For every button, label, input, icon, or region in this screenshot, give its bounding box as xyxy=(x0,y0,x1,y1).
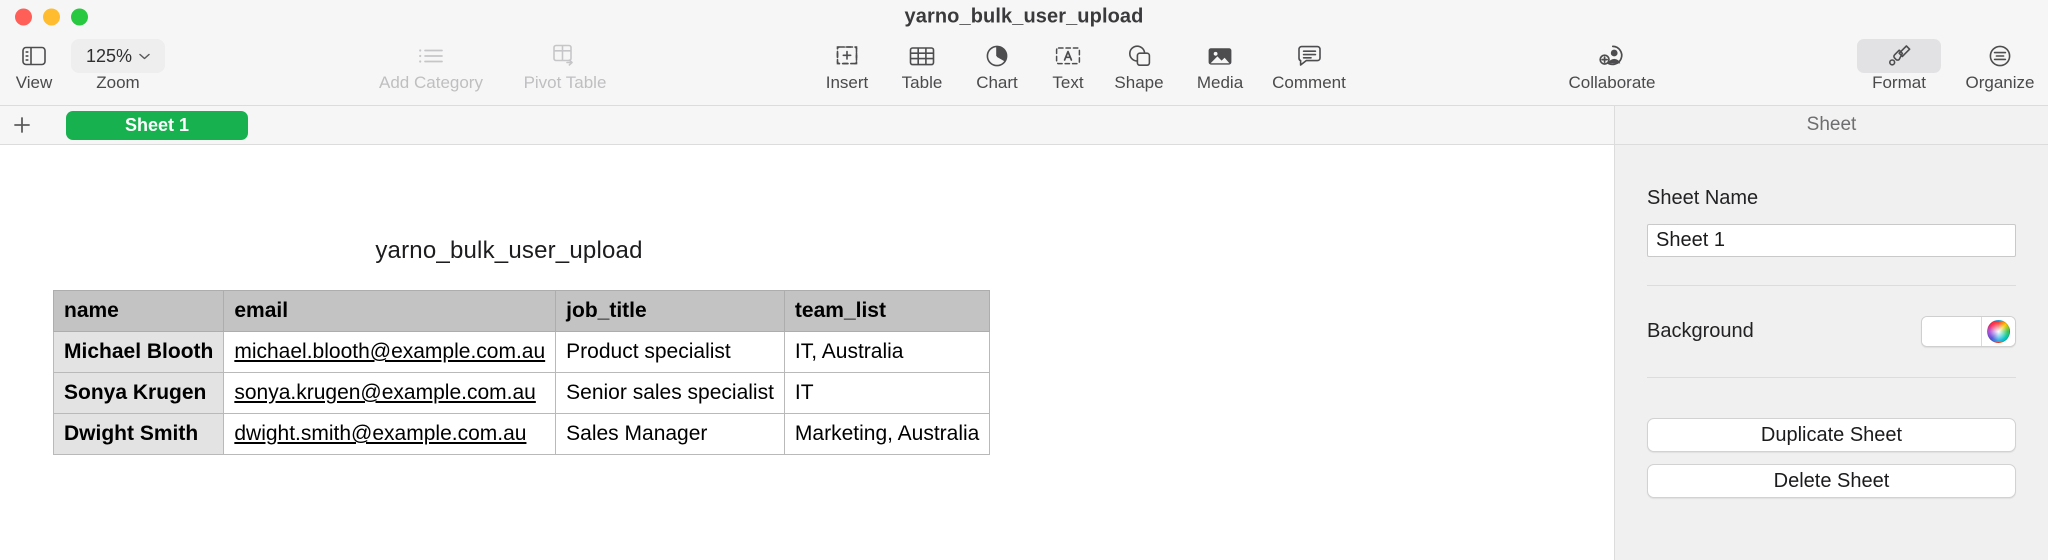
main-toolbar: View 125% Zoom Add Category Pivot Table … xyxy=(0,33,2048,106)
toolbar-text-label: Text xyxy=(1052,73,1084,92)
sheet-tab-sheet-1[interactable]: Sheet 1 xyxy=(66,110,248,140)
button-spacer xyxy=(1647,452,2016,464)
organize-icon xyxy=(1946,39,2048,73)
cell-team-list[interactable]: IT, Australia xyxy=(783,331,991,373)
table-body: Michael Blooth michael.blooth@example.co… xyxy=(52,331,991,455)
cell-job-title[interactable]: Senior sales specialist xyxy=(555,372,785,414)
zoom-dropdown[interactable]: 125% xyxy=(71,39,165,73)
cell-job-title[interactable]: Product specialist xyxy=(555,331,785,373)
window-title: yarno_bulk_user_upload xyxy=(904,5,1144,27)
cell-email[interactable]: sonya.krugen@example.com.au xyxy=(223,372,557,414)
panel-divider-1 xyxy=(1647,285,2016,286)
format-panel-header: Sheet xyxy=(1614,106,2048,144)
cell-team-list[interactable]: Marketing, Australia xyxy=(783,413,991,455)
toolbar-format-label: Format xyxy=(1872,73,1926,92)
format-panel-title: Sheet xyxy=(1806,114,1857,135)
color-wheel-button[interactable] xyxy=(1981,317,2015,346)
toolbar-view-button[interactable]: View xyxy=(8,39,60,93)
toolbar-table-label: Table xyxy=(901,73,943,92)
toolbar-pivot-table-button[interactable]: Pivot Table xyxy=(511,39,619,93)
toolbar-media-label: Media xyxy=(1196,73,1244,92)
toolbar-organize-label: Organize xyxy=(1965,73,2035,92)
color-wheel-icon xyxy=(1987,320,2010,343)
toolbar-add-category-label: Add Category xyxy=(379,73,483,92)
format-brush-icon xyxy=(1857,39,1941,73)
cell-email[interactable]: michael.blooth@example.com.au xyxy=(223,331,557,373)
cell-team-list[interactable]: IT xyxy=(783,372,991,414)
background-color-well[interactable] xyxy=(1921,316,2016,347)
sheet-canvas[interactable]: yarno_bulk_user_upload name email job_ti… xyxy=(0,145,1614,560)
workspace: yarno_bulk_user_upload name email job_ti… xyxy=(0,145,2048,560)
sheet-name-input[interactable] xyxy=(1647,224,2016,257)
table-row[interactable]: Michael Blooth michael.blooth@example.co… xyxy=(52,331,991,373)
toolbar-shape-label: Shape xyxy=(1114,73,1164,92)
cell-name[interactable]: Michael Blooth xyxy=(52,331,225,373)
collaborate-person-icon xyxy=(1558,39,1666,73)
toolbar-insert-label: Insert xyxy=(825,73,869,92)
cell-name[interactable]: Sonya Krugen xyxy=(52,372,225,414)
zoom-value: 125% xyxy=(85,45,133,66)
format-sheet-panel: Sheet Name Background Duplicate Sheet De… xyxy=(1614,145,2048,560)
background-label: Background xyxy=(1647,320,1754,342)
duplicate-sheet-button[interactable]: Duplicate Sheet xyxy=(1647,418,2016,452)
toolbar-pivot-table-label: Pivot Table xyxy=(523,73,607,92)
chevron-down-icon xyxy=(139,53,150,59)
toolbar-view-label: View xyxy=(15,73,53,92)
email-link[interactable]: sonya.krugen@example.com.au xyxy=(234,381,535,404)
toolbar-zoom-control[interactable]: 125% Zoom xyxy=(64,39,172,93)
sheet-tab-label: Sheet 1 xyxy=(124,114,190,135)
data-table[interactable]: name email job_title team_list Michael B… xyxy=(52,290,991,455)
email-link[interactable]: dwight.smith@example.com.au xyxy=(234,422,526,445)
sheet-tab-bar: Sheet 1 Sheet xyxy=(0,106,2048,145)
numbers-window: yarno_bulk_user_upload View 125% Zoom Ad… xyxy=(0,0,2048,560)
column-header-name[interactable]: name xyxy=(52,290,225,332)
cell-name[interactable]: Dwight Smith xyxy=(52,413,225,455)
table-header-row-group: name email job_title team_list xyxy=(52,290,991,332)
column-header-job-title[interactable]: job_title xyxy=(555,290,785,332)
add-sheet-button[interactable] xyxy=(0,106,44,144)
panel-divider-2 xyxy=(1647,377,2016,378)
toolbar-format-button[interactable]: Format xyxy=(1857,39,1941,93)
list-bullet-icon xyxy=(377,39,485,73)
sheet-actions: Duplicate Sheet Delete Sheet xyxy=(1647,418,2016,498)
column-header-email[interactable]: email xyxy=(223,290,557,332)
toolbar-comment-button[interactable]: Comment xyxy=(1255,39,1363,93)
toolbar-collaborate-button[interactable]: Collaborate xyxy=(1558,39,1666,93)
pivot-table-icon xyxy=(511,39,619,73)
toolbar-zoom-label: Zoom xyxy=(96,73,140,92)
toolbar-add-category-button[interactable]: Add Category xyxy=(377,39,485,93)
background-row: Background xyxy=(1647,316,2016,347)
toolbar-collaborate-label: Collaborate xyxy=(1568,73,1656,92)
email-link[interactable]: michael.blooth@example.com.au xyxy=(234,340,545,363)
delete-sheet-button[interactable]: Delete Sheet xyxy=(1647,464,2016,498)
table-row[interactable]: Dwight Smith dwight.smith@example.com.au… xyxy=(52,413,991,455)
column-header-team-list[interactable]: team_list xyxy=(783,290,991,332)
toolbar-organize-button[interactable]: Organize xyxy=(1946,39,2048,93)
background-color-swatch[interactable] xyxy=(1922,317,1981,346)
toolbar-comment-label: Comment xyxy=(1272,73,1346,92)
table-header-row: name email job_title team_list xyxy=(52,290,991,332)
table-title: yarno_bulk_user_upload xyxy=(375,237,643,264)
sidebar-icon xyxy=(8,39,60,73)
sheet-name-label: Sheet Name xyxy=(1647,187,1759,209)
cell-email[interactable]: dwight.smith@example.com.au xyxy=(223,413,557,455)
table-row[interactable]: Sonya Krugen sonya.krugen@example.com.au… xyxy=(52,372,991,414)
cell-job-title[interactable]: Sales Manager xyxy=(555,413,785,455)
comment-icon xyxy=(1255,39,1363,73)
window-titlebar: yarno_bulk_user_upload xyxy=(0,0,2048,33)
toolbar-chart-label: Chart xyxy=(976,73,1018,92)
plus-icon xyxy=(14,117,30,133)
